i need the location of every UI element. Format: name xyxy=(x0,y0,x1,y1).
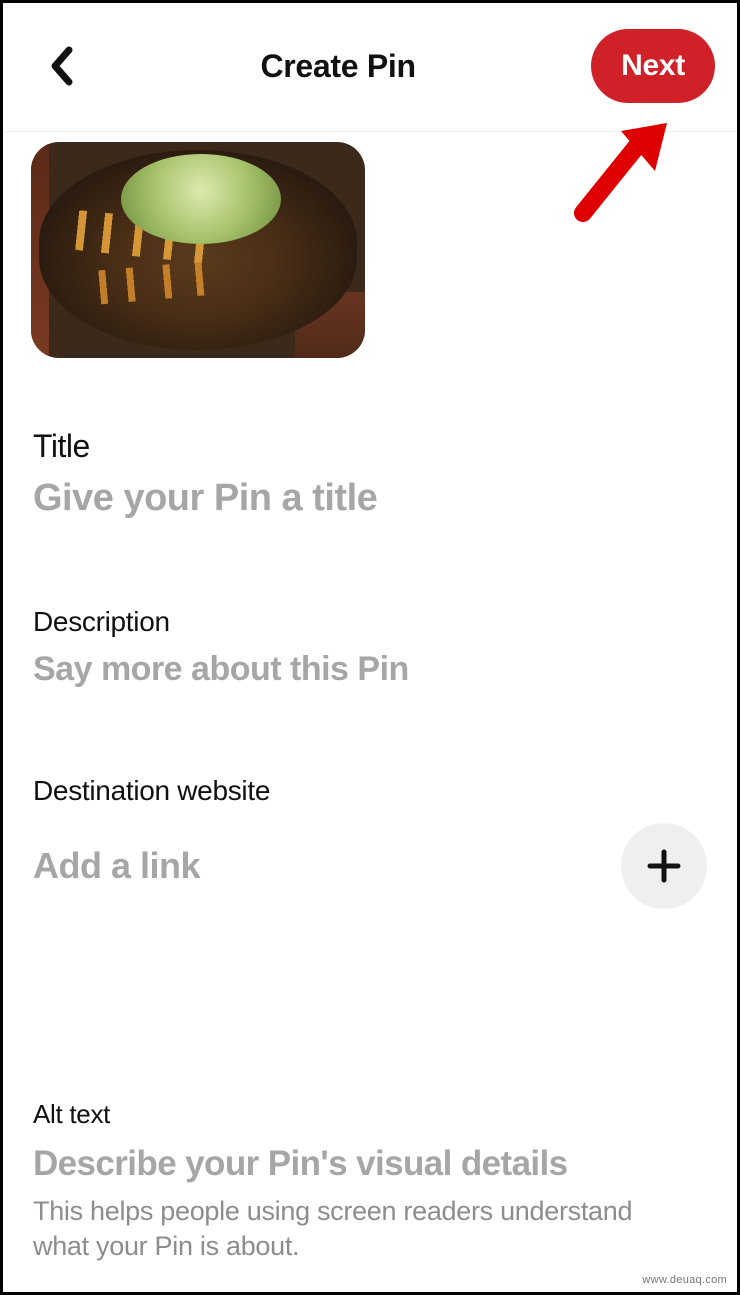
header: Create Pin Next xyxy=(3,3,737,125)
back-button[interactable] xyxy=(41,44,85,88)
plus-icon xyxy=(644,846,684,886)
page-title: Create Pin xyxy=(260,48,415,85)
title-input[interactable] xyxy=(33,477,707,520)
chevron-left-icon xyxy=(49,46,77,86)
destination-website-label: Destination website xyxy=(33,775,707,807)
destination-link-input[interactable] xyxy=(33,845,621,887)
add-link-button[interactable] xyxy=(621,823,707,909)
alt-text-help: This helps people using screen readers u… xyxy=(33,1194,673,1264)
alt-text-input[interactable]: Describe your Pin's visual details xyxy=(33,1144,707,1184)
watermark-text: www.deuaq.com xyxy=(642,1274,727,1286)
alt-text-label: Alt text xyxy=(33,1099,707,1130)
next-button[interactable]: Next xyxy=(591,29,715,103)
image-preview-row xyxy=(3,131,737,358)
description-label: Description xyxy=(33,606,707,638)
title-label: Title xyxy=(33,428,707,465)
pin-image-preview[interactable] xyxy=(31,142,365,358)
description-input[interactable] xyxy=(33,650,707,689)
